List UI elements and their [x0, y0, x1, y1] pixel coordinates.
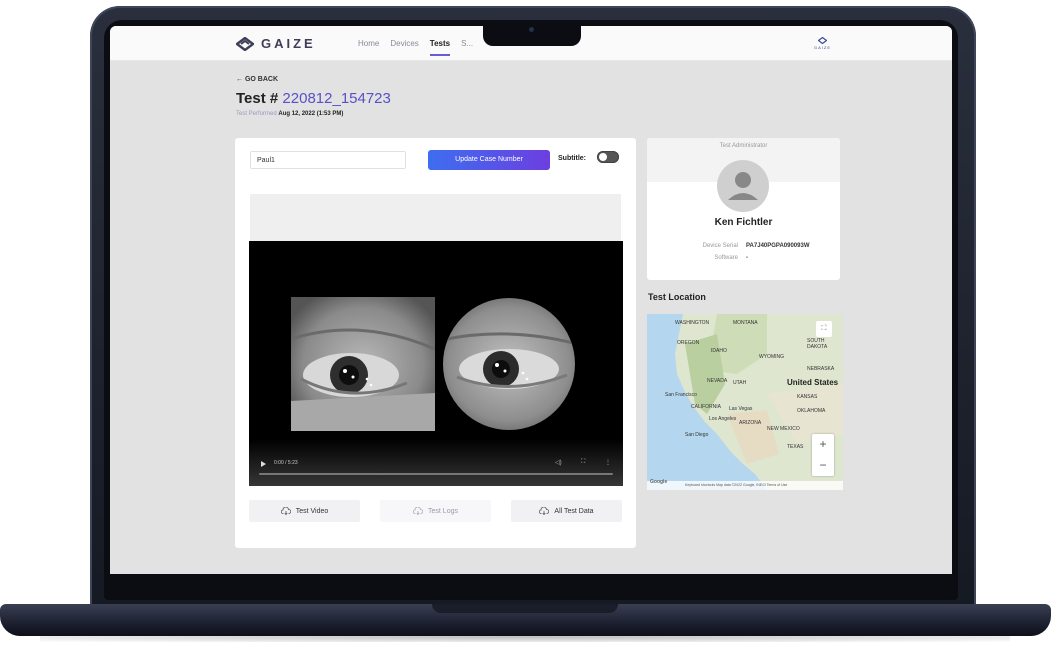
title-prefix: Test #: [236, 90, 279, 107]
google-logo: Google: [650, 479, 668, 485]
corner-brand[interactable]: GAIZE: [814, 37, 831, 50]
go-back-link[interactable]: ← GO BACK: [236, 76, 278, 83]
map-footer: Keyboard shortcuts Map data ©2022 Google…: [647, 481, 843, 490]
admin-header-title: Test Administrator: [719, 143, 768, 149]
camera-icon: [529, 27, 534, 32]
cloud-download-icon: [280, 507, 291, 515]
map-label: Las Vegas: [729, 406, 753, 412]
map-label: IDAHO: [711, 348, 727, 354]
volume-icon[interactable]: ◁): [555, 459, 562, 466]
map-label: San Francisco: [665, 392, 697, 398]
page-title: Test # 220812_154723: [236, 90, 391, 107]
location-map[interactable]: WASHINGTON MONTANA SOUTH DAKOTA OREGON I…: [647, 314, 843, 490]
all-test-data-label: All Test Data: [554, 507, 594, 515]
subtitle-label: Subtitle:: [558, 155, 586, 162]
cloud-download-icon: [539, 507, 550, 515]
nav-tests[interactable]: Tests: [429, 39, 451, 56]
test-logs-label: Test Logs: [428, 507, 458, 515]
more-options-icon[interactable]: ⋮: [605, 459, 611, 466]
test-performed: Test Performed Aug 12, 2022 (1:53 PM): [236, 111, 343, 117]
test-location-title: Test Location: [648, 292, 706, 302]
map-label: NEW MEXICO: [767, 426, 800, 432]
zoom-in-button[interactable]: +: [812, 434, 834, 455]
map-label: ARIZONA: [739, 420, 762, 426]
video-time: 0:00 / 5:23: [274, 460, 298, 466]
video-player[interactable]: 0:00 / 5:23 ◁) ⛶ ⋮: [249, 241, 623, 486]
map-label: MONTANA: [733, 320, 758, 326]
avatar: [717, 160, 769, 212]
map-zoom-controls: + −: [812, 434, 834, 476]
right-eye-image: [437, 297, 581, 431]
map-country-label: United States: [787, 378, 839, 387]
performed-label: Test Performed: [236, 111, 277, 117]
map-label: OREGON: [677, 340, 700, 346]
camera-notch: [483, 20, 581, 46]
zoom-out-button[interactable]: −: [812, 455, 834, 476]
map-label: San Diego: [685, 432, 709, 438]
cloud-download-icon: [413, 507, 424, 515]
test-administrator-card: Test Administrator Ken Fichtler Device S…: [647, 138, 840, 280]
nav-devices[interactable]: Devices: [390, 39, 418, 48]
corner-brand-name: GAIZE: [814, 45, 832, 50]
fullscreen-icon[interactable]: ⛶: [581, 459, 585, 466]
map-label: NEBRASKA: [807, 366, 835, 372]
gaize-logo-icon: [236, 36, 254, 51]
device-serial-label: Device Serial: [702, 243, 738, 249]
map-label: Los Angeles: [709, 416, 737, 422]
subtitle-toggle[interactable]: [597, 151, 619, 163]
map-fullscreen-button[interactable]: ⛶: [816, 321, 832, 337]
test-video-label: Test Video: [295, 507, 329, 515]
test-video-download-button[interactable]: Test Video: [249, 500, 360, 522]
nav-home[interactable]: Home: [358, 39, 379, 48]
map-label: OKLAHOMA: [797, 408, 826, 414]
performed-value: Aug 12, 2022 (1:53 PM): [278, 111, 344, 117]
main-nav: Home Devices Tests S...: [358, 39, 473, 56]
case-number-input[interactable]: Paul1: [250, 151, 406, 169]
video-controls: 0:00 / 5:23 ◁) ⛶ ⋮: [249, 439, 623, 486]
map-label: NEVADA: [707, 378, 728, 384]
map-label: KANSAS: [797, 394, 818, 400]
map-label: WYOMING: [759, 354, 784, 360]
map-label: UTAH: [733, 380, 747, 386]
video-progress-bar[interactable]: [259, 473, 613, 475]
corner-logo-icon: [818, 37, 827, 44]
software-value: -: [746, 255, 748, 261]
admin-name: Ken Fichtler: [714, 217, 773, 228]
test-logs-download-button[interactable]: Test Logs: [380, 500, 491, 522]
laptop-base-groove: [432, 604, 618, 613]
screen: GAIZE Home Devices Tests S... GAIZE ← GO…: [110, 26, 952, 574]
map-label: WASHINGTON: [675, 320, 710, 326]
brand[interactable]: GAIZE: [236, 36, 316, 51]
map-label: TEXAS: [787, 444, 804, 450]
device-serial-value: PA7J40PGPA090093W: [746, 243, 810, 249]
subtitle-area: [250, 194, 621, 242]
toggle-knob: [599, 153, 607, 161]
test-id: 220812_154723: [282, 90, 391, 107]
nav-more[interactable]: S...: [461, 39, 473, 48]
user-icon: [728, 172, 758, 200]
brand-name: GAIZE: [261, 36, 316, 51]
update-case-number-button[interactable]: Update Case Number: [428, 150, 550, 170]
software-label: Software: [714, 255, 738, 261]
all-test-data-download-button[interactable]: All Test Data: [511, 500, 622, 522]
left-eye-image: [291, 297, 435, 431]
map-label: SOUTH DAKOTA: [807, 338, 828, 350]
map-label: CALIFORNIA: [691, 404, 722, 410]
test-video-card: Paul1 Update Case Number Subtitle: 0:00 …: [235, 138, 636, 548]
play-icon[interactable]: [261, 461, 266, 467]
